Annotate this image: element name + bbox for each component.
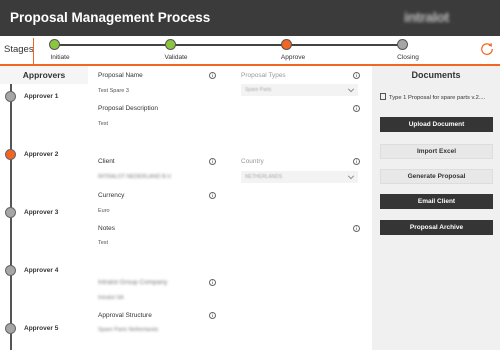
approver-dot-3[interactable] bbox=[5, 207, 16, 218]
chevron-down-icon bbox=[347, 88, 355, 93]
proposal-archive-button[interactable]: Proposal Archive bbox=[380, 220, 493, 235]
info-icon[interactable]: i bbox=[353, 158, 360, 165]
proposal-types-select[interactable]: Spare Parts bbox=[241, 84, 358, 96]
proposal-description-value[interactable]: Test bbox=[98, 121, 108, 127]
approver-dot-5[interactable] bbox=[5, 323, 16, 334]
approver-dot-4[interactable] bbox=[5, 265, 16, 276]
approver-label-2[interactable]: Approver 2 bbox=[24, 151, 58, 158]
approver-dot-1[interactable] bbox=[5, 91, 16, 102]
stage-dot-validate[interactable] bbox=[164, 39, 176, 50]
country-select[interactable]: NETHERLANDS bbox=[241, 171, 358, 183]
stages-label: Stages bbox=[4, 44, 34, 55]
info-icon[interactable]: i bbox=[209, 158, 216, 165]
info-icon[interactable]: i bbox=[353, 105, 360, 112]
notes-label: Notes bbox=[98, 225, 115, 232]
stages-divider bbox=[33, 38, 34, 64]
stage-dot-closing[interactable] bbox=[396, 39, 408, 50]
stage-label-validate: Validate bbox=[164, 54, 188, 61]
email-client-button[interactable]: Email Client bbox=[380, 194, 493, 209]
info-icon[interactable]: i bbox=[209, 192, 216, 199]
upload-document-button[interactable]: Upload Document bbox=[380, 117, 493, 132]
approval-structure-label: Approval Structure bbox=[98, 312, 152, 319]
stage-dot-initiate[interactable] bbox=[48, 39, 60, 50]
approval-structure-value[interactable]: Spare Parts Netherlands bbox=[98, 327, 158, 333]
stage-label-approve: Approve bbox=[280, 54, 306, 61]
document-item[interactable]: Type 1 Proposal for spare parts v.2.... bbox=[380, 93, 485, 101]
stage-progress-line bbox=[54, 44, 402, 46]
document-name: Type 1 Proposal for spare parts v.2.... bbox=[389, 95, 486, 101]
app-header: Proposal Management Process intralot bbox=[0, 0, 500, 36]
proposal-name-value[interactable]: Test Spare 3 bbox=[98, 88, 129, 94]
refresh-icon[interactable] bbox=[480, 42, 494, 56]
proposal-types-label: Proposal Types bbox=[241, 72, 286, 79]
proposal-name-label: Proposal Name bbox=[98, 72, 143, 79]
documents-header: Documents bbox=[411, 70, 461, 80]
info-icon[interactable]: i bbox=[209, 312, 216, 319]
group-company-label: Intralot Group Company bbox=[98, 279, 168, 286]
approver-label-4[interactable]: Approver 4 bbox=[24, 267, 58, 274]
approver-label-1[interactable]: Approver 1 bbox=[24, 93, 58, 100]
page-title: Proposal Management Process bbox=[10, 10, 211, 25]
group-company-value[interactable]: Intralot SA bbox=[98, 295, 124, 301]
notes-value[interactable]: Test bbox=[98, 240, 108, 246]
document-icon bbox=[380, 93, 386, 100]
proposal-types-value: Spare Parts bbox=[245, 87, 272, 93]
client-value[interactable]: INTRALOT NEDERLAND B.V. bbox=[98, 174, 172, 180]
approvers-header: Approvers bbox=[0, 66, 88, 84]
proposal-description-label: Proposal Description bbox=[98, 105, 158, 112]
company-logo: intralot bbox=[404, 9, 450, 25]
stage-dot-approve[interactable] bbox=[280, 39, 292, 50]
stages-bar: Stages Initiate Validate Approve Closing bbox=[0, 36, 500, 66]
approver-dot-2[interactable] bbox=[5, 149, 16, 160]
documents-panel: Documents Type 1 Proposal for spare part… bbox=[372, 66, 500, 350]
generate-proposal-button[interactable]: Generate Proposal bbox=[380, 169, 493, 184]
import-excel-button[interactable]: Import Excel bbox=[380, 144, 493, 159]
chevron-down-icon bbox=[347, 175, 355, 180]
info-icon[interactable]: i bbox=[209, 72, 216, 79]
stage-label-closing: Closing bbox=[397, 54, 419, 61]
country-label: Country bbox=[241, 158, 264, 165]
client-label: Client bbox=[98, 158, 115, 165]
currency-label: Currency bbox=[98, 192, 125, 199]
country-value: NETHERLANDS bbox=[245, 174, 283, 180]
info-icon[interactable]: i bbox=[353, 72, 360, 79]
approver-label-5[interactable]: Approver 5 bbox=[24, 325, 58, 332]
stage-label-initiate: Initiate bbox=[50, 54, 70, 61]
currency-value[interactable]: Euro bbox=[98, 208, 110, 214]
info-icon[interactable]: i bbox=[353, 225, 360, 232]
info-icon[interactable]: i bbox=[209, 279, 216, 286]
approver-label-3[interactable]: Approver 3 bbox=[24, 209, 58, 216]
